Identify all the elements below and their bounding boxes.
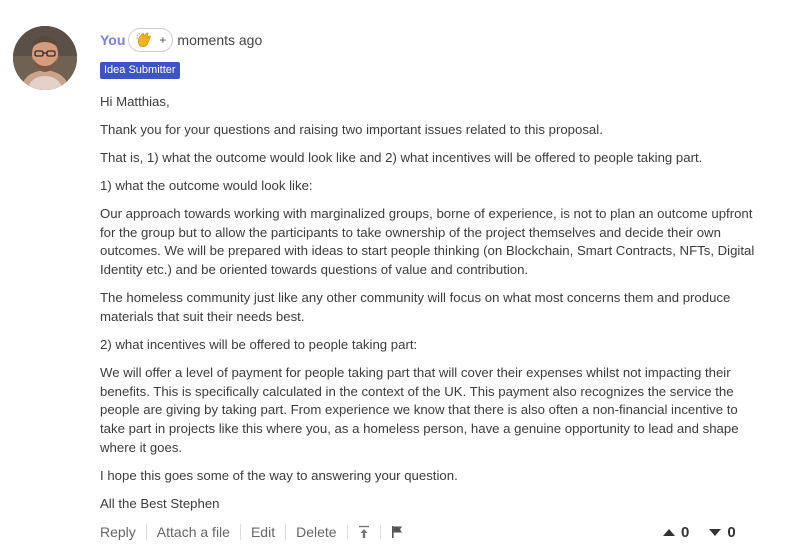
comment-header: You + moments ago — [100, 28, 262, 52]
comment-paragraph: That is, 1) what the outcome would look … — [100, 150, 703, 165]
upvote-triangle-icon — [663, 528, 675, 536]
comment-paragraph: All the Best Stephen — [100, 495, 220, 511]
timestamp: moments ago — [177, 32, 263, 48]
add-reaction-plus: + — [159, 33, 167, 47]
comment-paragraph: We will offer a level of payment for peo… — [100, 364, 739, 455]
comment-paragraph: 1) what the outcome would look like: — [100, 178, 313, 193]
avatar[interactable] — [13, 26, 77, 90]
vote-controls: 0 0 — [663, 521, 736, 543]
comment-paragraph: Thank you for your questions and raising… — [100, 122, 603, 137]
comment-actions: Reply Attach a file Edit Delete — [100, 521, 413, 543]
comment-paragraph: Our approach towards working with margin… — [100, 206, 755, 278]
comment-body: Hi Matthias, Thank you for your question… — [100, 93, 765, 523]
downvote-button[interactable]: 0 — [709, 523, 736, 541]
reply-button[interactable]: Reply — [100, 524, 146, 540]
upvote-count: 0 — [681, 523, 690, 541]
pin-to-top-button[interactable] — [346, 525, 380, 539]
downvote-triangle-icon — [709, 528, 722, 536]
comment-paragraph: 2) what incentives will be offered to pe… — [100, 336, 418, 352]
delete-button[interactable]: Delete — [285, 524, 346, 540]
upvote-button[interactable]: 0 — [663, 524, 689, 541]
pin-to-top-icon — [358, 525, 369, 538]
comment-paragraph: The homeless community just like any oth… — [100, 290, 731, 324]
comment-paragraph: I hope this goes some of the way to answ… — [100, 467, 458, 483]
flag-button[interactable] — [379, 525, 413, 539]
attach-file-button[interactable]: Attach a file — [145, 524, 240, 540]
author-name[interactable]: You — [100, 32, 125, 48]
edit-button[interactable]: Edit — [239, 524, 285, 540]
downvote-count: 0 — [727, 523, 736, 541]
avatar-photo — [13, 26, 77, 90]
flag-icon — [391, 526, 402, 538]
comment-paragraph: Hi Matthias, — [100, 94, 170, 109]
clapping-hands-icon — [136, 32, 152, 47]
role-badge: Idea Submitter — [100, 62, 180, 79]
reaction-button[interactable]: + — [128, 28, 174, 52]
